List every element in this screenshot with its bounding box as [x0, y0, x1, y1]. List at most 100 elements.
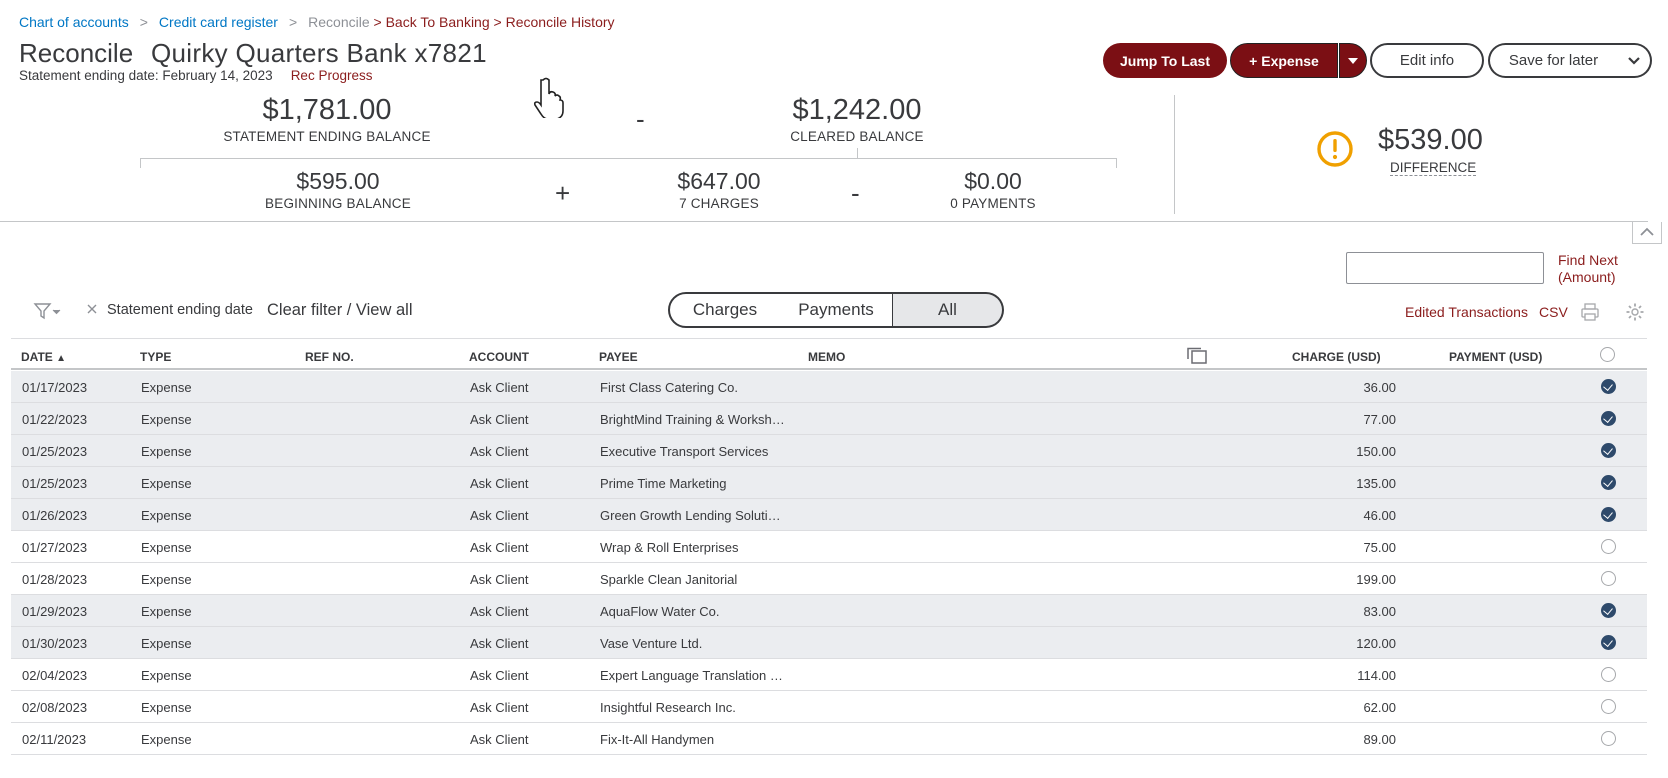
cleared-checkmark-icon[interactable] — [1601, 379, 1616, 394]
hand-cursor-icon — [533, 77, 564, 118]
table-row[interactable]: 02/04/2023 Expense Ask Client Expert Langua… — [11, 659, 1647, 691]
row-date: 01/29/2023 — [22, 604, 88, 619]
cleared-checkmark-icon[interactable] — [1601, 507, 1616, 522]
bracket-line — [140, 158, 1117, 159]
row-payee: AquaFlow Water Co. — [600, 604, 720, 619]
table-row[interactable]: 02/11/2023 Expense Ask Client Fix-It-All Ha… — [11, 723, 1647, 755]
cleared-checkmark-icon[interactable] — [1601, 475, 1616, 490]
column-header-account[interactable]: ACCOUNT — [469, 350, 529, 364]
column-header-ref[interactable]: REF NO. — [305, 350, 354, 364]
row-date: 01/25/2023 — [22, 476, 88, 491]
column-header-memo[interactable]: MEMO — [808, 350, 845, 364]
select-all-checkbox[interactable] — [1600, 347, 1615, 362]
payments-label: 0 PAYMENTS — [950, 196, 1036, 211]
tab-all[interactable]: All — [892, 292, 1004, 328]
table-row[interactable]: 01/25/2023 Expense Ask Client Executive Tra… — [11, 435, 1647, 467]
csv-link[interactable]: CSV — [1539, 304, 1568, 320]
row-date: 01/22/2023 — [22, 412, 88, 427]
cleared-balance-amount: $1,242.00 — [792, 94, 922, 126]
breadcrumb-reconcile: Reconcile — [308, 14, 370, 30]
table-row[interactable]: 01/17/2023 Expense Ask Client First Class C… — [11, 371, 1647, 403]
column-header-date[interactable]: DATE ▲ — [21, 350, 66, 364]
tab-payments[interactable]: Payments — [780, 292, 894, 328]
row-payee: BrightMind Training & Worksh… — [600, 412, 785, 427]
edit-info-button[interactable]: Edit info — [1370, 43, 1484, 78]
uncleared-circle-icon[interactable] — [1601, 571, 1616, 586]
row-account: Ask Client — [470, 540, 529, 555]
statement-date: Statement ending date: February 14, 2023 — [19, 68, 273, 83]
row-date: 01/17/2023 — [22, 380, 88, 395]
table-row[interactable]: 01/26/2023 Expense Ask Client Green Growth … — [11, 499, 1647, 531]
row-account: Ask Client — [470, 668, 529, 683]
difference-label: DIFFERENCE — [1390, 160, 1477, 176]
save-options-dropdown[interactable] — [1617, 43, 1652, 78]
breadcrumb-chart-of-accounts[interactable]: Chart of accounts — [19, 14, 129, 30]
edited-transactions-link[interactable]: Edited Transactions — [1405, 304, 1528, 320]
row-payee: Expert Language Translation … — [600, 668, 783, 683]
table-row[interactable]: 01/30/2023 Expense Ask Client Vase Venture … — [11, 627, 1647, 659]
uncleared-circle-icon[interactable] — [1601, 699, 1616, 714]
row-account: Ask Client — [470, 412, 529, 427]
back-to-banking-link[interactable]: > Back To Banking — [374, 14, 490, 30]
row-type: Expense — [141, 380, 192, 395]
reconcile-history-link[interactable]: > Reconcile History — [494, 14, 615, 30]
column-header-payment[interactable]: PAYMENT (USD) — [1449, 350, 1542, 364]
print-icon[interactable] — [1580, 302, 1600, 322]
column-header-type[interactable]: TYPE — [140, 350, 171, 364]
table-row[interactable]: 01/25/2023 Expense Ask Client Prime Time Ma… — [11, 467, 1647, 499]
difference-amount: $539.00 — [1378, 124, 1483, 156]
row-payee: Executive Transport Services — [600, 444, 769, 459]
row-charge: 62.00 — [1363, 700, 1396, 715]
table-row[interactable]: 01/22/2023 Expense Ask Client BrightMind Tr… — [11, 403, 1647, 435]
close-icon[interactable] — [86, 303, 98, 315]
rec-progress-link[interactable]: Rec Progress — [291, 68, 373, 83]
row-charge: 114.00 — [1357, 668, 1396, 683]
find-amount-input[interactable] — [1346, 252, 1544, 284]
column-header-charge[interactable]: CHARGE (USD) — [1292, 350, 1381, 364]
summary-bottom-border — [0, 221, 1648, 222]
gear-icon[interactable] — [1625, 302, 1645, 322]
cleared-checkmark-icon[interactable] — [1601, 635, 1616, 650]
table-row[interactable]: 02/08/2023 Expense Ask Client Insightful Re… — [11, 691, 1647, 723]
breadcrumb-credit-card-register[interactable]: Credit card register — [159, 14, 278, 30]
find-next-link[interactable]: Find Next (Amount) — [1558, 252, 1638, 286]
row-payee: First Class Catering Co. — [600, 380, 738, 395]
collapse-summary-button[interactable] — [1632, 222, 1662, 244]
expense-dropdown-button[interactable] — [1339, 43, 1367, 78]
cleared-checkmark-icon[interactable] — [1601, 411, 1616, 426]
row-account: Ask Client — [470, 380, 529, 395]
jump-to-last-button[interactable]: Jump To Last — [1103, 43, 1227, 78]
row-account: Ask Client — [470, 572, 529, 587]
row-charge: 77.00 — [1363, 412, 1396, 427]
row-type: Expense — [141, 700, 192, 715]
row-account: Ask Client — [470, 444, 529, 459]
row-date: 01/25/2023 — [22, 444, 88, 459]
row-account: Ask Client — [470, 476, 529, 491]
row-account: Ask Client — [470, 508, 529, 523]
add-expense-button[interactable]: + Expense — [1230, 43, 1338, 78]
cleared-checkmark-icon[interactable] — [1601, 443, 1616, 458]
uncleared-circle-icon[interactable] — [1601, 667, 1616, 682]
uncleared-circle-icon[interactable] — [1601, 731, 1616, 746]
plus-sign: + — [555, 178, 571, 208]
clear-filter-link[interactable]: Clear filter / View all — [267, 301, 413, 320]
uncleared-circle-icon[interactable] — [1601, 539, 1616, 554]
save-for-later-button[interactable]: Save for later — [1488, 43, 1618, 78]
table-row[interactable]: 01/28/2023 Expense Ask Client Sparkle Clean… — [11, 563, 1647, 595]
column-header-payee[interactable]: PAYEE — [599, 350, 638, 364]
copy-columns-icon[interactable] — [1186, 347, 1208, 365]
row-type: Expense — [141, 476, 192, 491]
row-charge: 120.00 — [1356, 636, 1396, 651]
statement-date-line: Statement ending date: February 14, 2023… — [19, 68, 372, 83]
table-row[interactable]: 01/29/2023 Expense Ask Client AquaFlow Wate… — [11, 595, 1647, 627]
filter-icon[interactable] — [33, 301, 63, 321]
row-date: 01/27/2023 — [22, 540, 88, 555]
row-date: 02/04/2023 — [22, 668, 88, 683]
row-charge: 83.00 — [1363, 604, 1396, 619]
summary-divider — [1174, 95, 1175, 214]
cleared-checkmark-icon[interactable] — [1601, 603, 1616, 618]
row-payee: Wrap & Roll Enterprises — [600, 540, 739, 555]
tab-charges[interactable]: Charges — [668, 292, 782, 328]
table-row[interactable]: 01/27/2023 Expense Ask Client Wrap & Roll E… — [11, 531, 1647, 563]
minus-sign: - — [851, 178, 860, 208]
